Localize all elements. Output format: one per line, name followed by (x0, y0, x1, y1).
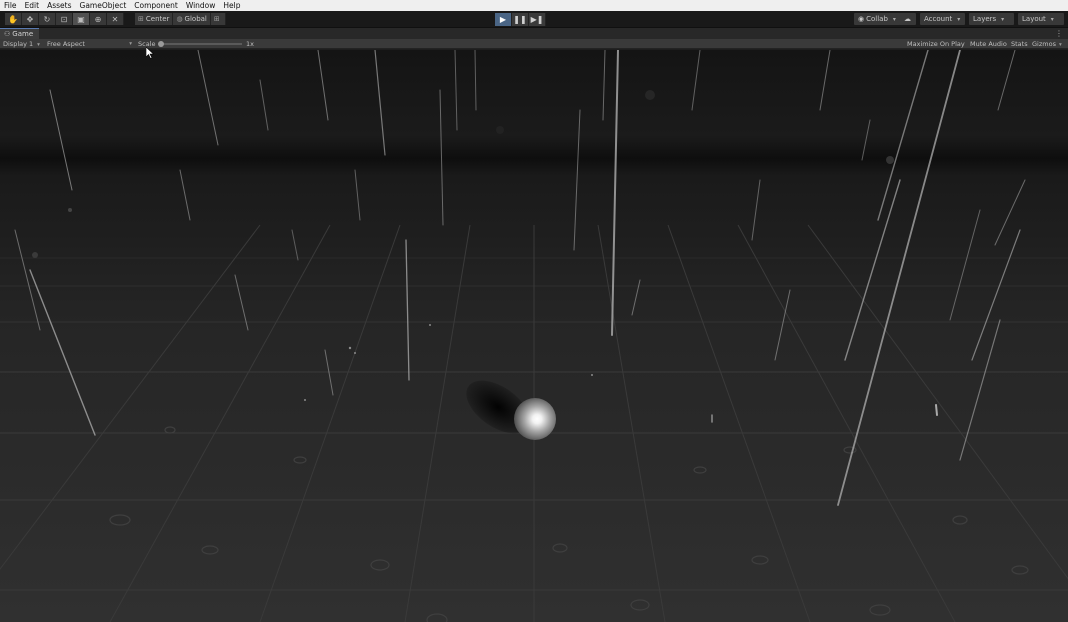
globe-icon: ◍ (176, 15, 183, 23)
cloud-button[interactable]: ☁ (899, 13, 916, 25)
account-dropdown[interactable]: Account ▾ (920, 13, 965, 25)
custom-tool-icon: ✕ (111, 14, 119, 24)
account-label: Account (924, 15, 953, 23)
stats-toggle[interactable]: Stats (1011, 39, 1028, 49)
tab-game[interactable]: ⚇ Game (0, 28, 40, 39)
pivot-global-label: Global (184, 15, 207, 23)
game-viewport[interactable] (0, 50, 1068, 622)
tab-bar: ⚇ Game ⋮ (0, 28, 1068, 39)
pause-button[interactable]: ❚❚ (512, 13, 529, 26)
rotate-tool-button[interactable]: ↻ (39, 13, 56, 25)
menu-gameobject[interactable]: GameObject (80, 0, 127, 11)
move-tool-button[interactable]: ✥ (22, 13, 39, 25)
player-ball (514, 398, 556, 440)
grid-snap-icon: ⊞ (213, 15, 220, 23)
transform-icon: ⊕ (94, 14, 102, 24)
gamepad-icon: ⚇ (4, 30, 11, 38)
pivot-global-button[interactable]: ◍ Global (173, 13, 211, 25)
layers-label: Layers (973, 15, 997, 23)
scale-icon: ⊡ (60, 14, 68, 24)
chevron-down-icon: ▾ (37, 42, 40, 48)
chevron-down-icon: ▾ (1058, 42, 1062, 48)
game-scene (0, 50, 1068, 622)
layout-dropdown[interactable]: Layout ▾ (1018, 13, 1064, 25)
custom-tool-button[interactable]: ✕ (107, 13, 124, 25)
more-options-icon[interactable]: ⋮ (1055, 28, 1063, 39)
pause-icon: ❚❚ (513, 15, 527, 24)
game-view-controls: Display 1 ▾ Free Aspect ▾ Scale 1x Maximiz… (0, 39, 1068, 49)
pivot-icon: ⊞ (138, 15, 144, 23)
layout-label: Layout (1022, 15, 1046, 23)
aspect-label: Free Aspect (47, 40, 85, 48)
snap-button[interactable]: ⊞ (210, 13, 226, 25)
menu-assets[interactable]: Assets (47, 0, 71, 11)
menu-component[interactable]: Component (134, 0, 178, 11)
hand-icon: ✋ (8, 14, 18, 24)
play-button[interactable]: ▶ (495, 13, 512, 26)
scale-tool-button[interactable]: ⊡ (56, 13, 73, 25)
move-icon: ✥ (26, 14, 34, 24)
chevron-down-icon: ▾ (1001, 15, 1005, 23)
collab-button[interactable]: ◉ Collab ▾ (854, 13, 900, 25)
pivot-center-button[interactable]: ⊞ Center (135, 13, 174, 25)
collab-label: Collab (866, 15, 888, 23)
collab-icon: ◉ (858, 15, 865, 23)
step-icon: ▶❚ (530, 15, 544, 24)
menu-edit[interactable]: Edit (25, 0, 40, 11)
tab-game-label: Game (12, 30, 34, 38)
mute-audio-toggle[interactable]: Mute Audio (970, 39, 1007, 49)
mouse-cursor-icon (146, 47, 154, 59)
hand-tool-button[interactable]: ✋ (5, 13, 22, 25)
scale-value: 1x (246, 40, 254, 48)
main-toolbar: ✋ ✥ ↻ ⊡ ▣ ⊕ ✕ ⊞ Center ◍ Global ⊞ ▶ ❚❚ ▶❚ … (0, 11, 1068, 28)
pivot-toggles: ⊞ Center ◍ Global ⊞ (135, 13, 226, 25)
scale-slider-handle[interactable] (158, 41, 164, 47)
gizmos-dropdown[interactable]: Gizmos ▾ (1032, 39, 1062, 49)
cloud-icon: ☁ (904, 15, 911, 23)
layers-dropdown[interactable]: Layers ▾ (969, 13, 1014, 25)
pivot-center-label: Center (145, 15, 170, 23)
chevron-down-icon: ▾ (892, 15, 896, 23)
display-label: Display 1 (3, 40, 34, 48)
maximize-on-play-toggle[interactable]: Maximize On Play (907, 39, 965, 49)
rect-tool-button[interactable]: ▣ (73, 13, 90, 25)
scale-slider-track[interactable] (162, 43, 242, 45)
aspect-dropdown[interactable]: Free Aspect ▾ (47, 39, 132, 49)
menu-help[interactable]: Help (223, 0, 240, 11)
rect-tool-icon: ▣ (77, 14, 85, 24)
transform-tool-button[interactable]: ⊕ (90, 13, 107, 25)
gizmos-label: Gizmos (1032, 40, 1056, 48)
chevron-down-icon: ▾ (129, 41, 132, 47)
rotate-icon: ↻ (43, 14, 51, 24)
chevron-down-icon: ▾ (957, 15, 961, 23)
play-icon: ▶ (499, 15, 507, 24)
menu-file[interactable]: File (4, 0, 17, 11)
menu-window[interactable]: Window (186, 0, 216, 11)
menu-bar: File Edit Assets GameObject Component Wi… (0, 0, 1068, 11)
transform-tools: ✋ ✥ ↻ ⊡ ▣ ⊕ ✕ (5, 13, 124, 25)
playback-controls: ▶ ❚❚ ▶❚ (495, 13, 546, 26)
step-button[interactable]: ▶❚ (529, 13, 546, 26)
display-dropdown[interactable]: Display 1 ▾ (3, 39, 40, 49)
chevron-down-icon: ▾ (1050, 15, 1054, 23)
